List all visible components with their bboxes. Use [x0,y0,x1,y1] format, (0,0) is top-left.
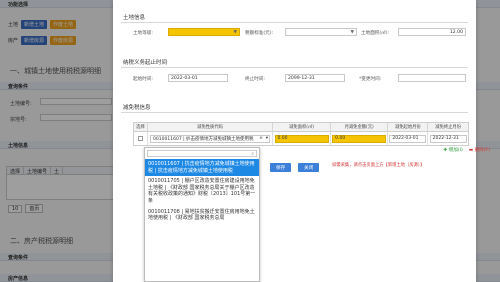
table-header: 月减免金额(元) [331,123,389,131]
land-info-title: 土地信息 [123,15,146,21]
code-cell: 0010011607 | 扒击疫情地方减免城镇土地使用税 × ▾ [148,132,274,145]
reduction-title: 减免税信息 [123,105,151,111]
chevron-down-icon: ▼ [350,30,354,35]
end-date-label: 终止时间: [245,77,265,82]
land-grade-select[interactable]: ▼ [168,28,240,36]
reduction-table-header: 选择 减免性质代码 减免面积(㎡) 月减免金额(元) 减免起始月份 减免终止月份 [134,123,468,132]
table-header: 减免起始月份 [388,123,429,131]
table-row: 0010011607 | 扒击疫情地方减免城镇土地使用税 × ▾ 0.00 0.… [134,132,468,145]
notice-text: 如需采集，请点击页面上方【新增土地（房源）】 [332,163,425,168]
close-button[interactable]: 关闭 [298,163,320,172]
area-cell: 0.00 [273,132,331,145]
row-checkbox[interactable] [137,136,143,141]
row-actions: ✚ 增加(I) ▬ 删除(F) [443,147,490,153]
chevron-down-icon: ▾ [265,135,269,141]
reduction-area-input[interactable]: 0.00 [274,134,329,143]
table-header: 减免面积(㎡) [273,123,331,131]
reduction-code-select[interactable]: 0010011607 | 扒击疫情地方减免城镇土地使用税 × ▾ [150,134,271,143]
taxable-area-input[interactable]: 12.00 [398,28,466,36]
table-header: 选择 [134,123,148,131]
taxable-area-label: 土地面积(㎡): [361,31,390,36]
reduction-end-input[interactable]: 2022-12-31 [429,134,467,143]
tax-standard-label: 税额标准(元): [245,31,274,36]
dropdown-option[interactable]: 0010011708 | 易地扶贫搬迁安置住房用地免土地使用税 | 《财政部 国… [145,207,259,224]
row-select-cell [134,132,148,145]
tax-standard-select[interactable]: ▼ [285,28,357,36]
start-month-cell: 2022-03-01 [388,132,429,145]
dropdown-option[interactable]: 0010011705 | 棚户区改造安置住房建设用地免土地税 | 《财政部 国家… [145,176,259,206]
divider [121,22,468,23]
add-row-label: 增加(I) [448,148,463,153]
change-date-input[interactable] [398,74,466,82]
delete-row-label: 删除(F) [474,148,490,153]
dropdown-search-input[interactable]: ⌕ [147,150,257,157]
start-date-label: 起始时间: [133,77,153,82]
chevron-down-icon: ▼ [233,30,237,35]
amount-cell: 0.00 [331,132,389,145]
table-header: 减免终止月份 [435,125,462,130]
search-icon: ⌕ [251,151,254,157]
divider [121,112,468,113]
delete-row-button[interactable]: ▬ 删除(F) [469,147,490,153]
end-date-input[interactable]: 2099-12-31 [285,74,345,82]
add-row-button[interactable]: ✚ 增加(I) [443,147,462,153]
divider [121,67,468,68]
land-grade-label: 土地等级: [133,31,153,36]
save-button[interactable]: 保存 [270,163,292,172]
reduction-table: 选择 减免性质代码 减免面积(㎡) 月减免金额(元) 减免起始月份 减免终止月份… [133,122,469,146]
reduction-code-dropdown: ⌕ 0010011607 | 抗击疫情地方减免城镇土地使用税 | 抗击疫情地方减… [144,147,260,282]
reduction-start-input[interactable]: 2022-03-01 [389,134,427,143]
dropdown-option[interactable]: 0010011607 | 抗击疫情地方减免城镇土地使用税 | 抗击疫情地方减免城… [145,159,259,177]
period-title: 纳税义务起止时间 [123,60,168,66]
monthly-amount-input[interactable]: 0.00 [332,134,387,143]
end-month-cell: 2022-12-31 [428,132,468,145]
start-date-input[interactable]: 2022-03-01 [168,74,228,82]
clear-icon[interactable]: × [259,136,263,141]
change-date-label: *变更时间: [359,77,382,82]
reduction-code-value: 0010011607 | 扒击疫情地方减免城镇土地使用税 [153,136,254,142]
table-header: 减免性质代码 [148,123,274,131]
